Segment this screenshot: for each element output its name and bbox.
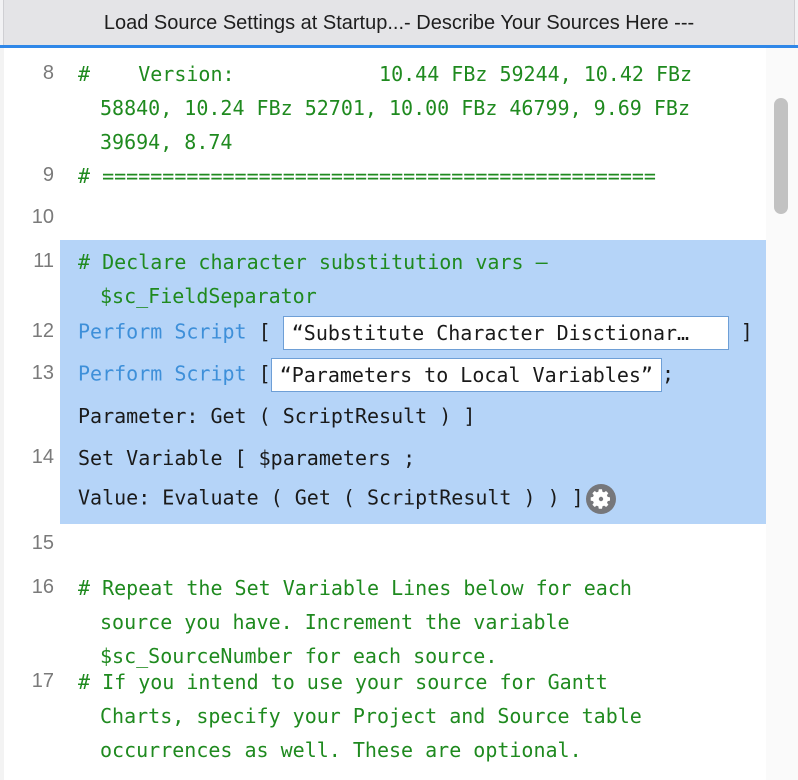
comment-text: # If you intend to use your source for G… [78,670,608,694]
tab-title: Load Source Settings at Startup...- Desc… [103,12,695,34]
script-editor[interactable]: 8 # Version: 10.44 FBz 59244, 10.42 FBz … [0,48,798,780]
script-step-12[interactable]: 12 Perform Script [ “Substitute Characte… [32,312,766,354]
line-number: 11 [33,250,54,272]
script-step-9[interactable]: 9 # ====================================… [0,156,766,198]
comment-continuation: $sc_FieldSeparator [100,284,317,308]
script-tab[interactable]: Load Source Settings at Startup...- Desc… [3,0,795,45]
line-number: 10 [31,206,54,228]
script-parameter-field[interactable]: “Parameters to Local Variables” [270,358,662,392]
line-number: 9 [42,164,54,186]
comment-continuation: source you have. Increment the variable [100,610,570,634]
comment-continuation: 39694, 8.74 [100,130,233,154]
script-step-15[interactable]: 15 [0,524,766,566]
script-step-8[interactable]: 8 # Version: 10.44 FBz 59244, 10.42 FBz … [0,48,766,156]
comment-text: # Version: 10.44 FBz 59244, 10.42 FBz [78,62,693,86]
value-line: Value: Evaluate ( Get ( ScriptResult ) )… [78,484,766,514]
line-number: 13 [31,362,54,384]
script-step-13[interactable]: 13 Perform Script [“Parameters to Local … [32,354,766,438]
comment-continuation: Charts, specify your Project and Source … [100,704,642,728]
set-variable-step: Set Variable [ $parameters ; [78,446,416,470]
line-number: 16 [31,576,54,598]
comment-text: # ======================================… [78,164,656,188]
line-number: 15 [31,532,54,554]
script-step-14[interactable]: 14 Set Variable [ $parameters ; Value: E… [32,438,766,524]
line-number: 14 [31,446,54,468]
comment-text: # Repeat the Set Variable Lines below fo… [78,576,632,600]
scrollbar-thumb[interactable] [774,98,788,214]
line-number: 17 [31,670,54,692]
line-number: 12 [31,320,54,342]
comment-continuation: occurrences as well. These are optional. [100,738,582,762]
comment-continuation: 58840, 10.24 FBz 52701, 10.00 FBz 46799,… [100,96,691,120]
perform-script-step: Perform Script [“Parameters to Local Var… [78,358,766,392]
comment-continuation: $sc_SourceNumber for each source. [100,644,498,668]
gear-icon[interactable] [585,484,616,514]
comment-text: # Declare character substitution vars – [78,250,548,274]
script-step-10[interactable]: 10 [0,198,766,240]
perform-script-step: Perform Script [ “Substitute Character D… [78,316,766,350]
script-parameter-field[interactable]: “Substitute Character Disctionar… [282,316,729,350]
script-lines: 8 # Version: 10.44 FBz 59244, 10.42 FBz … [0,48,766,778]
tab-bar: Load Source Settings at Startup...- Desc… [0,0,798,48]
script-step-11[interactable]: 11 # Declare character substitution vars… [33,240,766,312]
line-number: 8 [42,62,54,84]
script-step-16[interactable]: 16 # Repeat the Set Variable Lines below… [0,566,766,668]
parameter-line: Parameter: Get ( ScriptResult ) ] [78,404,476,428]
script-step-17[interactable]: 17 # If you intend to use your source fo… [0,668,766,778]
